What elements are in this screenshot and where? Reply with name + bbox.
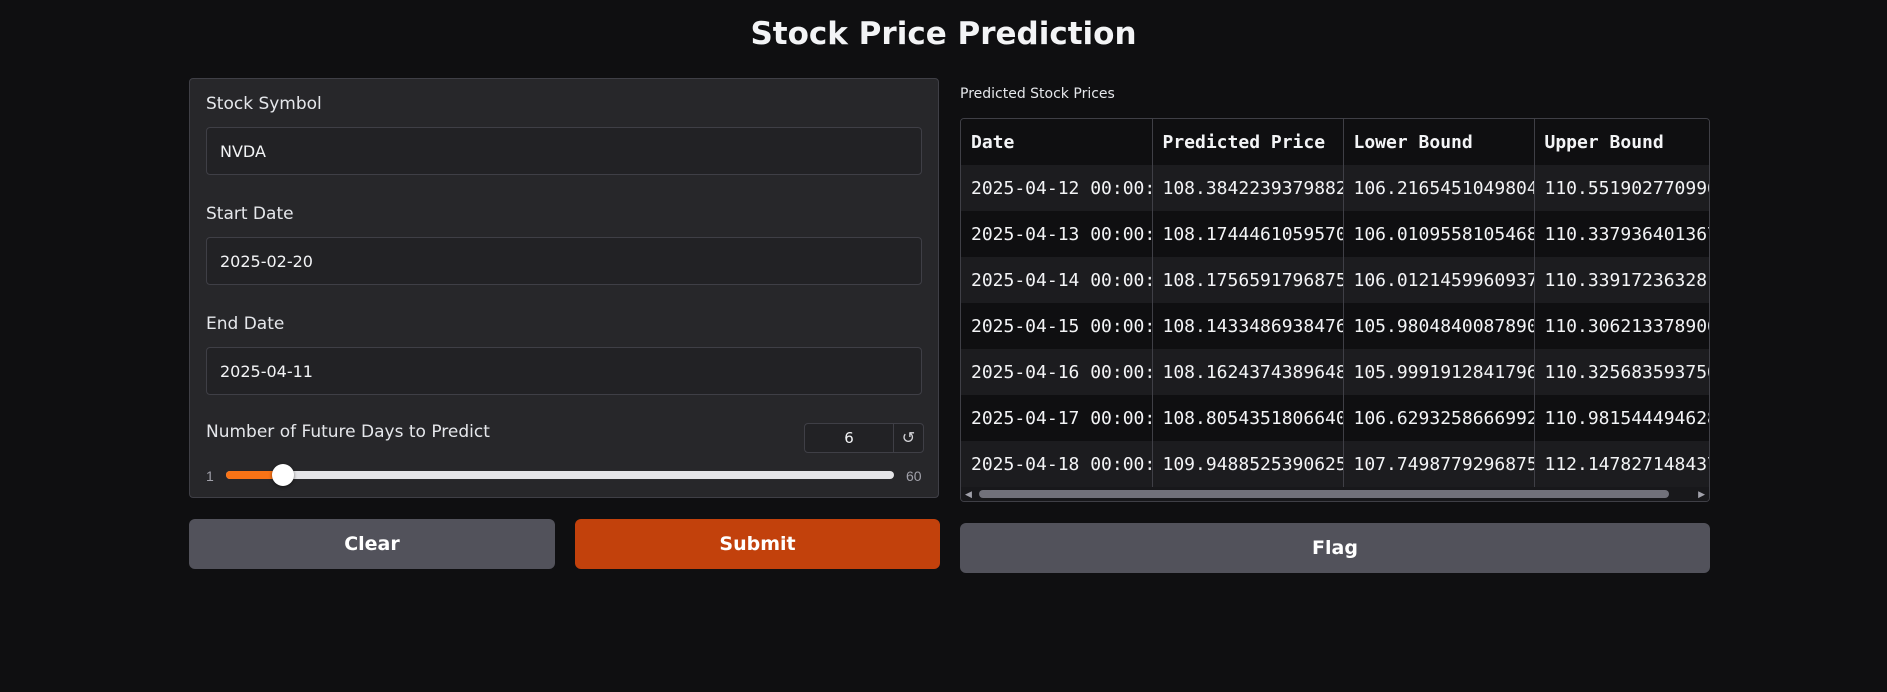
table-cell[interactable]: 110.33917236328125 xyxy=(1534,257,1709,303)
column-header[interactable]: Lower Bound xyxy=(1343,119,1535,165)
slider-min-label: 1 xyxy=(206,468,214,484)
future-days-slider[interactable] xyxy=(226,464,894,486)
slider-thumb[interactable] xyxy=(271,464,294,486)
table-row: 2025-04-17 00:00:00108.80543518066406106… xyxy=(961,395,1709,441)
table-cell[interactable]: 105.99919128417969 xyxy=(1343,349,1535,395)
table-cell[interactable]: 110.30621337890625 xyxy=(1534,303,1709,349)
table-cell[interactable]: 108.14334869384766 xyxy=(1152,303,1344,349)
stock-symbol-input[interactable] xyxy=(206,127,922,175)
table-cell[interactable]: 107.74987792968750 xyxy=(1343,441,1535,487)
table-cell[interactable]: 2025-04-15 00:00:00 xyxy=(961,303,1153,349)
table-cell[interactable]: 109.94885253906250 xyxy=(1152,441,1344,487)
table-cell[interactable]: 110.33793640136719 xyxy=(1534,211,1709,257)
predictions-table: Date Predicted Price Lower Bound Upper Boun… xyxy=(961,119,1709,487)
table-cell[interactable]: 108.38422393798828 xyxy=(1152,165,1344,211)
table-cell[interactable]: 2025-04-13 00:00:00 xyxy=(961,211,1153,257)
table-header-row: Date Predicted Price Lower Bound Upper Boun… xyxy=(961,119,1709,165)
table-cell[interactable]: 106.62932586669922 xyxy=(1343,395,1535,441)
table-cell[interactable]: 2025-04-17 00:00:00 xyxy=(961,395,1153,441)
input-form-panel: Stock Symbol Start Date End Date Number … xyxy=(189,78,939,498)
column-header[interactable]: Upper Bound xyxy=(1534,119,1709,165)
table-row: 2025-04-14 00:00:00108.17565917968750106… xyxy=(961,257,1709,303)
predictions-table-container[interactable]: Date Predicted Price Lower Bound Upper Boun… xyxy=(960,118,1710,502)
table-cell[interactable]: 110.32568359375000 xyxy=(1534,349,1709,395)
table-cell[interactable]: 108.16243743896484 xyxy=(1152,349,1344,395)
table-cell[interactable]: 106.01095581054688 xyxy=(1343,211,1535,257)
table-cell[interactable]: 110.98154449462891 xyxy=(1534,395,1709,441)
table-cell[interactable]: 2025-04-14 00:00:00 xyxy=(961,257,1153,303)
submit-button[interactable]: Submit xyxy=(575,519,940,569)
output-label: Predicted Stock Prices xyxy=(960,86,1115,102)
end-date-input[interactable] xyxy=(206,347,922,395)
scroll-left-icon[interactable]: ◀ xyxy=(965,487,972,501)
table-row: 2025-04-16 00:00:00108.16243743896484105… xyxy=(961,349,1709,395)
start-date-input[interactable] xyxy=(206,237,922,285)
flag-button[interactable]: Flag xyxy=(960,523,1710,573)
table-row: 2025-04-13 00:00:00108.17444610595703106… xyxy=(961,211,1709,257)
table-cell[interactable]: 108.80543518066406 xyxy=(1152,395,1344,441)
table-cell[interactable]: 106.21654510498047 xyxy=(1343,165,1535,211)
slider-max-label: 60 xyxy=(906,468,922,484)
clear-button[interactable]: Clear xyxy=(189,519,555,569)
table-cell[interactable]: 2025-04-16 00:00:00 xyxy=(961,349,1153,395)
reset-icon[interactable]: ↺ xyxy=(893,424,923,452)
start-date-label: Start Date xyxy=(206,204,294,224)
horizontal-scrollbar[interactable]: ◀ ▶ xyxy=(961,487,1709,501)
future-days-number-box: ↺ xyxy=(804,423,924,453)
page-title: Stock Price Prediction xyxy=(750,16,1137,52)
table-cell[interactable]: 105.98048400878906 xyxy=(1343,303,1535,349)
table-cell[interactable]: 106.01214599609375 xyxy=(1343,257,1535,303)
end-date-label: End Date xyxy=(206,314,285,334)
table-cell[interactable]: 2025-04-12 00:00:00 xyxy=(961,165,1153,211)
future-days-number-input[interactable] xyxy=(805,424,893,452)
scrollbar-thumb[interactable] xyxy=(979,490,1669,498)
table-cell[interactable]: 108.17565917968750 xyxy=(1152,257,1344,303)
future-days-label: Number of Future Days to Predict xyxy=(206,422,490,442)
table-cell[interactable]: 110.55190277099609 xyxy=(1534,165,1709,211)
table-row: 2025-04-18 00:00:00109.94885253906250107… xyxy=(961,441,1709,487)
table-cell[interactable]: 2025-04-18 00:00:00 xyxy=(961,441,1153,487)
stock-symbol-label: Stock Symbol xyxy=(206,94,322,114)
scroll-right-icon[interactable]: ▶ xyxy=(1698,487,1705,501)
table-row: 2025-04-12 00:00:00108.38422393798828106… xyxy=(961,165,1709,211)
column-header[interactable]: Date xyxy=(961,119,1153,165)
table-cell[interactable]: 112.14782714843750 xyxy=(1534,441,1709,487)
table-cell[interactable]: 108.17444610595703 xyxy=(1152,211,1344,257)
table-row: 2025-04-15 00:00:00108.14334869384766105… xyxy=(961,303,1709,349)
column-header[interactable]: Predicted Price xyxy=(1152,119,1344,165)
